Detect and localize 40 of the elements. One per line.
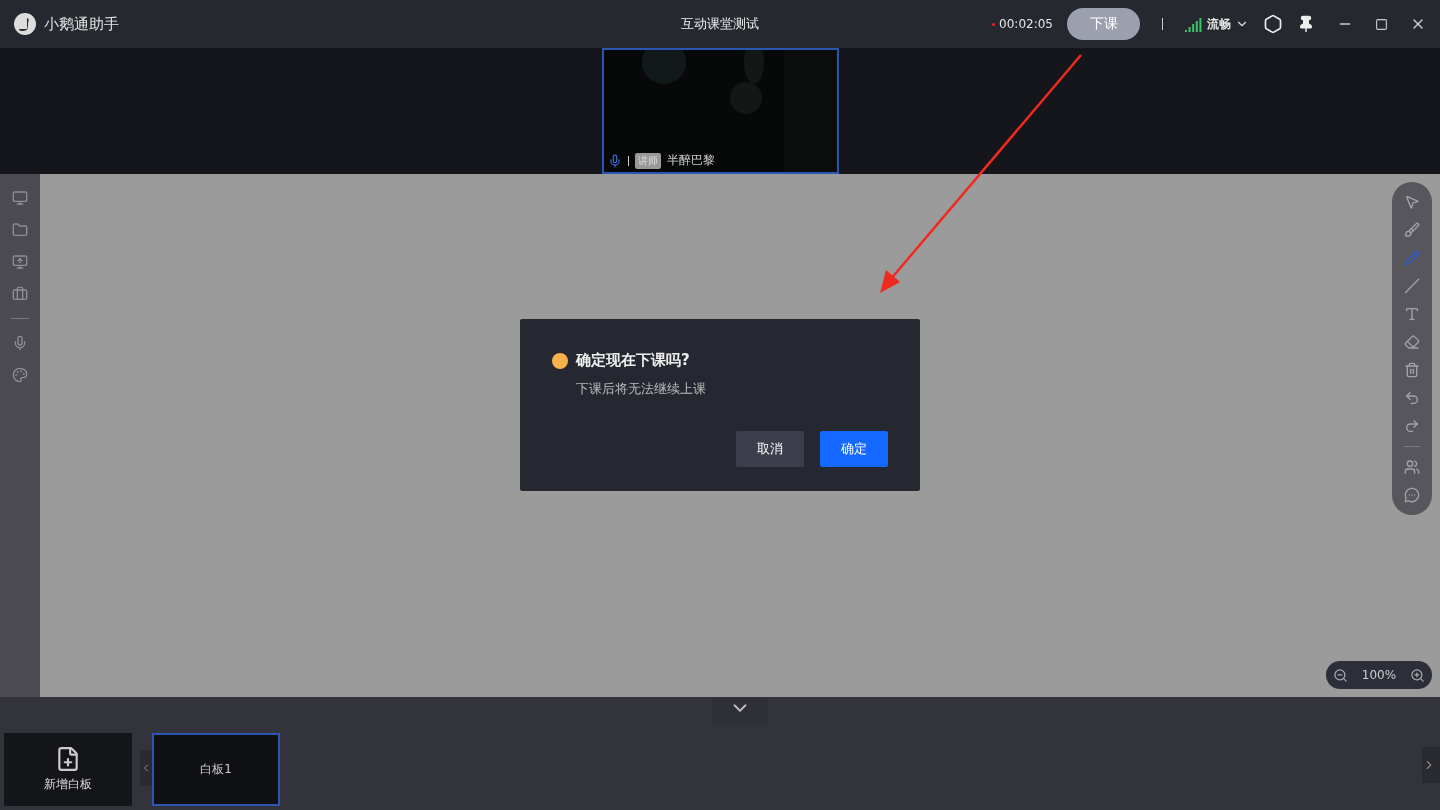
redo-tool-icon[interactable] — [1404, 418, 1420, 434]
share-icon[interactable] — [12, 254, 28, 270]
brush-tool-icon[interactable] — [1404, 222, 1420, 238]
confirm-button[interactable]: 确定 — [820, 431, 888, 467]
cancel-button[interactable]: 取消 — [736, 431, 804, 467]
collapse-tab[interactable] — [712, 697, 768, 725]
toolbox-icon[interactable] — [12, 286, 28, 302]
microphone-icon[interactable] — [607, 153, 622, 168]
eraser-tool-icon[interactable] — [1404, 334, 1420, 350]
mic-icon[interactable] — [12, 335, 28, 351]
goose-logo-icon — [14, 13, 36, 35]
dialog-message: 下课后将无法继续上课 — [576, 380, 707, 398]
network-quality: 流畅 — [1207, 15, 1231, 33]
maximize-icon[interactable] — [1375, 17, 1388, 31]
settings-icon[interactable] — [1263, 14, 1283, 34]
add-whiteboard-tile[interactable]: 新增白板 — [4, 733, 132, 806]
line-tool-icon[interactable] — [1404, 278, 1420, 294]
warning-icon — [552, 352, 568, 369]
members-tool-icon[interactable] — [1404, 459, 1420, 475]
palette-icon[interactable] — [12, 367, 28, 383]
pin-icon[interactable] — [1297, 15, 1315, 33]
chat-tool-icon[interactable] — [1404, 487, 1420, 503]
delete-tool-icon[interactable] — [1404, 362, 1420, 378]
signal-icon — [1185, 16, 1203, 32]
add-whiteboard-label: 新增白板 — [44, 776, 92, 793]
zoom-out-icon[interactable] — [1332, 667, 1348, 683]
zoom-in-icon[interactable] — [1410, 667, 1426, 683]
dialog-title: 确定现在下课吗? — [576, 351, 690, 370]
speaker-name: 半醉巴黎 — [666, 152, 715, 169]
text-tool-icon[interactable] — [1404, 306, 1420, 322]
screen-icon[interactable] — [12, 190, 28, 206]
file-plus-icon — [55, 746, 81, 772]
undo-tool-icon[interactable] — [1404, 390, 1420, 406]
select-tool-icon[interactable] — [1404, 194, 1420, 210]
app-name: 小鹅通助手 — [44, 14, 119, 34]
zoom-level: 100% — [1361, 668, 1397, 682]
folder-icon[interactable] — [12, 222, 28, 238]
window-title: 互动课堂测试 — [681, 15, 759, 33]
class-timer: 00:02:05 — [999, 17, 1053, 31]
whiteboard-thumbnail[interactable]: 白板1 — [152, 733, 280, 806]
